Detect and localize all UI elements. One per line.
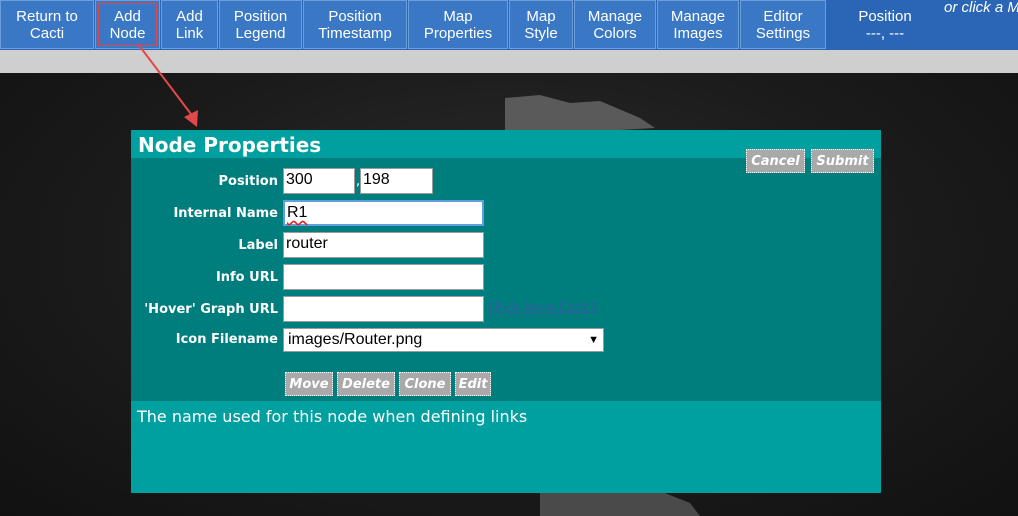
position-label: Position (218, 174, 278, 189)
internal-name-label: Internal Name (173, 206, 278, 221)
help-panel: The name used for this node when definin… (131, 401, 881, 493)
label-label: Label (238, 238, 278, 253)
icon-filename-select[interactable]: images/Router.png ▼ (283, 328, 604, 352)
icon-filename-value: images/Router.png (288, 331, 423, 348)
dialog-title: Node Properties (138, 133, 322, 157)
pick-from-cacti-link[interactable]: [Pick from Cacti] (489, 301, 596, 316)
help-text: The name used for this node when definin… (137, 407, 528, 426)
position-x-input[interactable]: 300 (283, 168, 355, 194)
info-url-input[interactable] (283, 264, 484, 290)
submit-button[interactable]: Submit (811, 149, 874, 173)
hover-graph-url-label: 'Hover' Graph URL (144, 302, 278, 317)
label-input[interactable]: router (283, 232, 484, 258)
delete-button[interactable]: Delete (337, 372, 395, 396)
hover-graph-url-input[interactable] (283, 296, 484, 322)
internal-name-input[interactable]: R1 (283, 200, 484, 226)
info-url-label: Info URL (215, 270, 278, 285)
cancel-button[interactable]: Cancel (746, 149, 805, 173)
internal-name-value: R1 (287, 204, 308, 221)
move-button[interactable]: Move (285, 372, 333, 396)
icon-filename-label: Icon Filename (175, 332, 278, 347)
edit-button[interactable]: Edit (455, 372, 491, 396)
clone-button[interactable]: Clone (399, 372, 451, 396)
node-properties-dialog: Node Properties Cancel Submit Position 3… (131, 130, 881, 493)
chevron-down-icon: ▼ (588, 334, 599, 346)
position-y-input[interactable]: 198 (360, 168, 433, 194)
